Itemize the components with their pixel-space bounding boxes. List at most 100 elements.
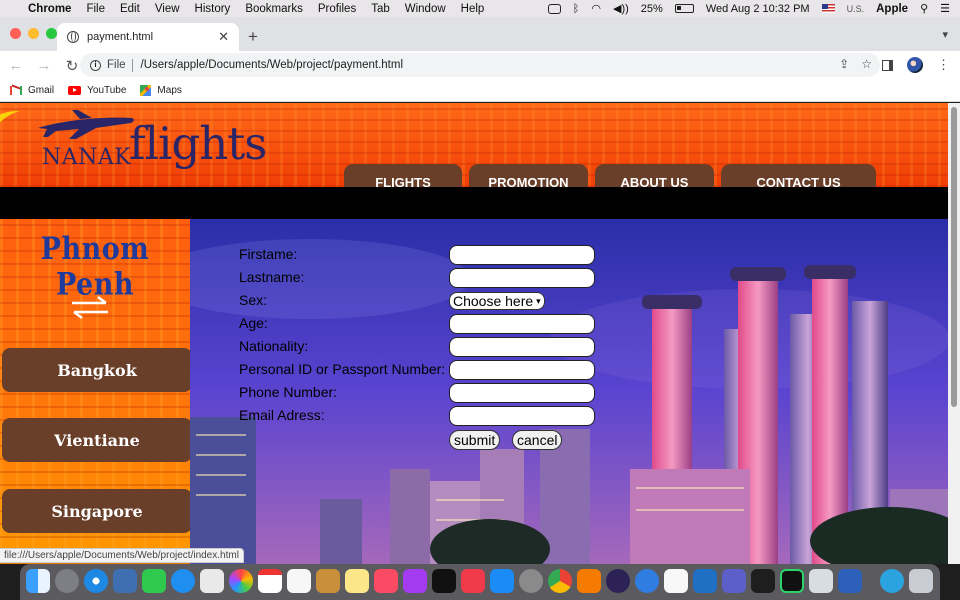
menubar-status-area: ᛒ ◠ ◀)) 25% Wed Aug 2 10:32 PM U.S. Appl… [547, 0, 950, 17]
maps-app-icon[interactable] [200, 569, 224, 593]
bookmark-gmail[interactable]: Gmail [10, 85, 54, 96]
music-icon[interactable] [374, 569, 398, 593]
clock[interactable]: Wed Aug 2 10:32 PM [706, 3, 810, 15]
bookmark-label: Maps [157, 85, 182, 96]
form-row-firstname: Firstame: [239, 245, 599, 265]
menu-bookmarks[interactable]: Bookmarks [245, 3, 303, 15]
profile-avatar[interactable] [907, 57, 923, 73]
menu-history[interactable]: History [195, 3, 231, 15]
menu-window[interactable]: Window [405, 3, 446, 15]
destination-bangkok-button[interactable]: Bangkok [2, 348, 192, 392]
trash-icon[interactable] [909, 569, 933, 593]
bookmark-maps[interactable]: Maps [140, 85, 182, 96]
volume-icon[interactable]: ◀)) [613, 2, 629, 15]
pycharm-icon[interactable] [780, 569, 804, 593]
cancel-button[interactable]: cancel [512, 430, 563, 450]
destination-singapore-button[interactable]: Singapore [2, 489, 192, 533]
launchpad-icon[interactable] [55, 569, 79, 593]
close-tab-icon[interactable]: ✕ [218, 29, 229, 45]
forward-arrow-icon[interactable]: → [32, 57, 56, 74]
teams-icon[interactable] [722, 569, 746, 593]
user-menu[interactable]: Apple [876, 3, 908, 15]
telegram-icon[interactable] [880, 569, 904, 593]
maps-icon [140, 85, 152, 96]
address-url[interactable]: /Users/apple/Documents/Web/project/payme… [141, 59, 403, 71]
scrollbar-thumb[interactable] [951, 107, 957, 407]
left-sidebar: Phnom Penh Bangkok Vientiane Singapore [0, 219, 192, 564]
eclipse-icon[interactable] [606, 569, 630, 593]
facetime-icon[interactable] [142, 569, 166, 593]
podcasts-icon[interactable] [403, 569, 427, 593]
minimize-window-button[interactable] [28, 28, 39, 39]
bluetooth-icon[interactable]: ᛒ [573, 3, 580, 15]
bookmark-star-icon[interactable]: ☆ [861, 57, 872, 71]
image-capture-icon[interactable] [809, 569, 833, 593]
window-controls [10, 28, 57, 39]
wifi-icon[interactable]: ◠ [591, 2, 601, 15]
vpn-icon[interactable] [547, 3, 561, 14]
notes-icon[interactable] [345, 569, 369, 593]
passport-input[interactable] [449, 360, 595, 380]
preview-icon[interactable] [113, 569, 137, 593]
bookmarks-bar: Gmail YouTube Maps [0, 80, 960, 102]
lastname-input[interactable] [449, 268, 595, 288]
spotlight-search-icon[interactable]: ⚲ [920, 2, 928, 15]
figma-icon[interactable] [751, 569, 775, 593]
nationality-input[interactable] [449, 337, 595, 357]
side-panel-icon[interactable] [882, 59, 893, 71]
control-center-icon[interactable]: ☰ [940, 2, 950, 15]
menu-help[interactable]: Help [461, 3, 485, 15]
close-window-button[interactable] [10, 28, 21, 39]
app-menu-chrome[interactable]: Chrome [28, 3, 71, 15]
chrome-icon[interactable] [548, 569, 572, 593]
new-tab-icon[interactable]: + [248, 27, 258, 47]
messenger-icon[interactable] [171, 569, 195, 593]
bookmark-youtube[interactable]: YouTube [68, 85, 126, 96]
page-scrollbar[interactable] [948, 103, 960, 564]
calendar-icon[interactable] [258, 569, 282, 593]
word-icon[interactable] [838, 569, 862, 593]
sublime-text-icon[interactable] [577, 569, 601, 593]
news-icon[interactable] [461, 569, 485, 593]
notebook-icon[interactable] [316, 569, 340, 593]
menu-tab[interactable]: Tab [371, 3, 390, 15]
address-bar[interactable]: i File /Users/apple/Documents/Web/projec… [80, 53, 880, 77]
input-source[interactable]: U.S. [847, 4, 865, 14]
age-input[interactable] [449, 314, 595, 334]
phone-input[interactable] [449, 383, 595, 403]
finder-icon[interactable] [26, 569, 50, 593]
sex-select[interactable]: Choose here ▾ [449, 292, 545, 310]
menu-view[interactable]: View [155, 3, 180, 15]
browser-tab-active[interactable]: payment.html ✕ [57, 23, 239, 51]
battery-icon[interactable] [674, 4, 694, 13]
reminders-icon[interactable] [287, 569, 311, 593]
zoom-window-button[interactable] [46, 28, 57, 39]
cube-app-icon[interactable] [664, 569, 688, 593]
toolbar-right: ⋮ [882, 57, 950, 73]
submit-button[interactable]: submit [449, 430, 501, 450]
origin-city-title: Phnom Penh [40, 231, 150, 303]
firstname-input[interactable] [449, 245, 595, 265]
system-settings-icon[interactable] [519, 569, 543, 593]
us-flag-icon[interactable] [821, 4, 835, 13]
apple-tv-icon[interactable] [432, 569, 456, 593]
photos-icon[interactable] [229, 569, 253, 593]
site-info-icon[interactable]: i [90, 59, 101, 71]
app-store-icon[interactable] [490, 569, 514, 593]
email-input[interactable] [449, 406, 595, 426]
more-menu-icon[interactable]: ⋮ [937, 57, 950, 73]
vscode-icon[interactable] [693, 569, 717, 593]
email-label: Email Adress: [239, 407, 325, 423]
menu-edit[interactable]: Edit [120, 3, 140, 15]
address-scheme: File [107, 59, 126, 71]
destination-vientiane-button[interactable]: Vientiane [2, 418, 192, 462]
menu-file[interactable]: File [86, 3, 105, 15]
payment-panel: Firstame: Lastname: Sex: Choose here ▾ A… [190, 219, 948, 564]
menu-profiles[interactable]: Profiles [318, 3, 356, 15]
form-row-lastname: Lastname: [239, 268, 599, 288]
back-arrow-icon[interactable]: ← [4, 57, 28, 74]
quicktime-icon[interactable] [635, 569, 659, 593]
share-icon[interactable]: ⇪ [839, 57, 849, 71]
safari-icon[interactable] [84, 569, 108, 593]
tab-search-chevron-icon[interactable]: ▾ [942, 28, 948, 41]
